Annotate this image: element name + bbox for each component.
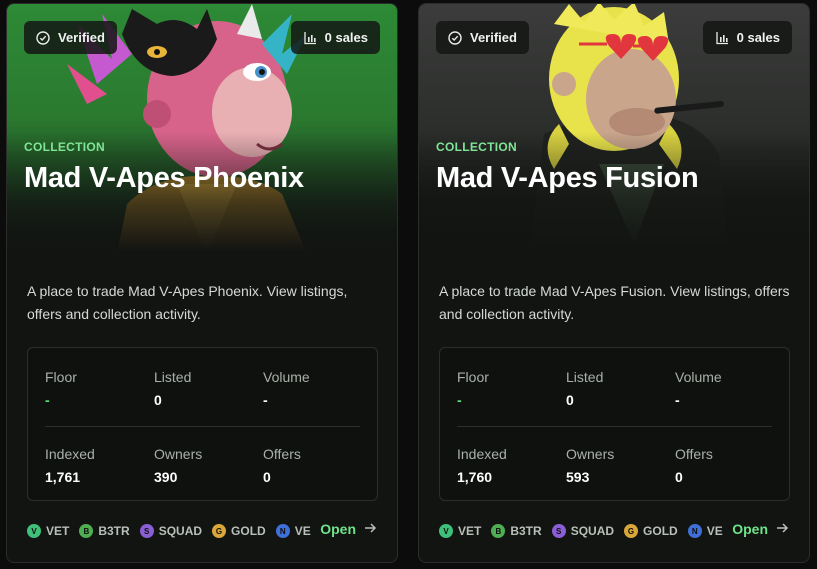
sales-count: 0 sales <box>324 30 368 45</box>
stat-listed: Listed 0 <box>154 369 254 408</box>
collection-card-fusion[interactable]: Verified 0 sales COLLECTION Mad V-Apes F… <box>418 3 810 563</box>
token-squad: S SQUAD <box>551 524 615 538</box>
token-b3tr: B B3TR <box>491 524 542 538</box>
collection-description: A place to trade Mad V-Apes Phoenix. Vie… <box>27 283 348 322</box>
sales-badge: 0 sales <box>702 21 792 54</box>
stat-floor: Floor - <box>457 369 557 408</box>
stat-value: 593 <box>566 469 590 485</box>
token-label: SQUAD <box>158 524 203 538</box>
token-label: VET <box>46 524 70 538</box>
token-icon: B <box>79 524 94 538</box>
token-label: GOLD <box>231 524 266 538</box>
token-icon: V <box>439 524 453 538</box>
verified-label: Verified <box>470 30 517 45</box>
stat-value: - <box>263 392 268 408</box>
collection-category: COLLECTION <box>24 140 105 154</box>
arrow-right-icon[interactable] <box>364 521 377 537</box>
open-label[interactable]: Open <box>320 521 356 537</box>
open-label[interactable]: Open <box>732 521 768 537</box>
open-collection-link[interactable]: Open <box>732 521 789 537</box>
stat-label: Indexed <box>457 446 507 462</box>
stats-divider <box>457 426 772 427</box>
stats-panel: Floor - Listed 0 Volume - Indexed 1,761 … <box>27 347 378 501</box>
stat-label: Volume <box>675 369 722 385</box>
stat-owners: Owners 390 <box>154 446 254 485</box>
collection-grid: Verified 0 sales COLLECTION Mad V-Apes P… <box>0 0 817 569</box>
verified-label: Verified <box>58 30 105 45</box>
collection-description: A place to trade Mad V-Apes Fusion. View… <box>439 283 790 322</box>
token-squad: S SQUAD <box>139 524 203 538</box>
token-icon: S <box>139 524 154 538</box>
verified-badge: Verified <box>24 21 117 54</box>
stat-owners: Owners 593 <box>566 446 666 485</box>
arrow-right-icon[interactable] <box>776 521 789 537</box>
stat-label: Owners <box>566 446 615 462</box>
token-gold: G GOLD <box>624 524 678 538</box>
stat-label: Floor <box>45 369 77 385</box>
token-label: GOLD <box>643 524 678 538</box>
stat-value: 0 <box>675 469 683 485</box>
token-icon: S <box>551 524 566 538</box>
token-list: V VET B B3TR S SQUAD G GOLD N VE <box>27 522 311 540</box>
collection-title[interactable]: Mad V-Apes Fusion <box>436 162 699 195</box>
token-label: VE <box>706 524 723 538</box>
stats-panel: Floor - Listed 0 Volume - Indexed 1,760 … <box>439 347 790 501</box>
stat-indexed: Indexed 1,760 <box>457 446 557 485</box>
token-label: SQUAD <box>570 524 615 538</box>
bar-chart-icon <box>303 31 317 45</box>
token-icon: N <box>687 524 702 538</box>
stats-divider <box>45 426 360 427</box>
stat-label: Volume <box>263 369 310 385</box>
check-circle-icon <box>448 30 462 45</box>
stat-value: 0 <box>154 392 162 408</box>
token-label: B3TR <box>510 524 542 538</box>
token-list: V VET B B3TR S SQUAD G GOLD N VE <box>439 522 723 540</box>
stat-value: 390 <box>154 469 178 485</box>
token-vet: V VET <box>439 524 481 538</box>
stat-label: Offers <box>263 446 301 462</box>
stat-floor: Floor - <box>45 369 145 408</box>
sales-count: 0 sales <box>736 30 780 45</box>
token-icon: V <box>27 524 41 538</box>
stat-label: Offers <box>675 446 713 462</box>
stat-value: 0 <box>263 469 271 485</box>
collection-category: COLLECTION <box>436 140 517 154</box>
stat-offers: Offers 0 <box>675 446 775 485</box>
stat-value: 1,761 <box>45 469 81 485</box>
check-circle-icon <box>36 30 50 45</box>
open-collection-link[interactable]: Open <box>320 521 377 537</box>
token-ve: N VE <box>687 524 723 538</box>
token-icon: G <box>624 524 639 538</box>
token-icon: G <box>212 524 227 538</box>
stat-offers: Offers 0 <box>263 446 363 485</box>
bar-chart-icon <box>715 31 729 45</box>
token-vet: V VET <box>27 524 69 538</box>
token-b3tr: B B3TR <box>79 524 130 538</box>
token-label: VE <box>294 524 311 538</box>
stat-value: - <box>675 392 680 408</box>
stat-volume: Volume - <box>675 369 775 408</box>
token-icon: N <box>275 524 290 538</box>
stat-label: Owners <box>154 446 203 462</box>
verified-badge: Verified <box>436 21 529 54</box>
stat-value: - <box>45 392 50 408</box>
stat-value: - <box>457 392 462 408</box>
stat-value: 0 <box>566 392 574 408</box>
collection-title[interactable]: Mad V-Apes Phoenix <box>24 162 304 195</box>
stat-value: 1,760 <box>457 469 493 485</box>
collection-card-phoenix[interactable]: Verified 0 sales COLLECTION Mad V-Apes P… <box>6 3 398 563</box>
sales-badge: 0 sales <box>290 21 380 54</box>
token-label: VET <box>458 524 482 538</box>
token-ve: N VE <box>275 524 311 538</box>
stat-label: Floor <box>457 369 489 385</box>
stat-listed: Listed 0 <box>566 369 666 408</box>
stat-label: Indexed <box>45 446 95 462</box>
stat-indexed: Indexed 1,761 <box>45 446 145 485</box>
token-gold: G GOLD <box>212 524 266 538</box>
stat-label: Listed <box>566 369 604 385</box>
token-icon: B <box>491 524 506 538</box>
stat-volume: Volume - <box>263 369 363 408</box>
token-label: B3TR <box>98 524 130 538</box>
stat-label: Listed <box>154 369 192 385</box>
